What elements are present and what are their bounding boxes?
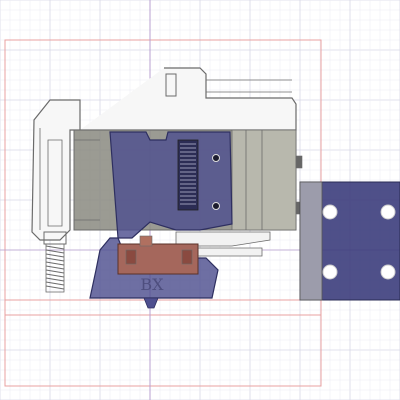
extruder-assembly[interactable]: BX xyxy=(31,67,400,309)
spring-coil xyxy=(45,269,65,274)
cad-viewport[interactable]: BX xyxy=(0,0,400,400)
spring-coil xyxy=(45,277,65,282)
spring-coil xyxy=(45,265,65,270)
spring-coil xyxy=(45,249,65,254)
spring-coil xyxy=(45,245,65,250)
spring-coil xyxy=(45,273,65,278)
carriage-plate-icon xyxy=(299,181,400,301)
spring-coil xyxy=(45,281,65,286)
spring-coil xyxy=(45,261,65,266)
engraving-label: BX xyxy=(140,275,164,294)
spring-coil xyxy=(45,253,65,258)
spring-coil xyxy=(45,257,65,262)
thermistor-spring-icon xyxy=(43,231,67,293)
spring-coil xyxy=(45,285,65,290)
nozzle-icon xyxy=(143,297,159,309)
